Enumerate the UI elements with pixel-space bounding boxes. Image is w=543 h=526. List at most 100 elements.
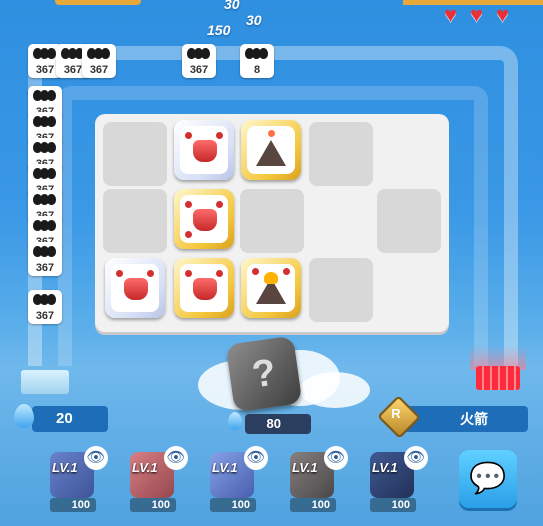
summon-cost: 80 [245, 414, 311, 434]
pip [252, 268, 259, 275]
board-slot[interactable] [377, 189, 441, 253]
heart-icon: ♥ [470, 2, 484, 27]
sp-counter: 20 [32, 406, 108, 432]
pip [216, 201, 223, 208]
enemy-blob [101, 48, 110, 59]
dice-icon: ? [249, 351, 279, 397]
fire-drum-icon [124, 278, 148, 300]
unit-dice-volcano[interactable] [241, 120, 301, 180]
summon-dice-button[interactable]: ? [225, 335, 303, 413]
board-slot[interactable] [309, 258, 373, 322]
deck-slot[interactable]: LV.1 👁 100 [286, 446, 348, 512]
pip [185, 270, 192, 277]
rank-letter: R [391, 406, 401, 421]
deck-slot[interactable]: LV.1 👁 100 [126, 446, 188, 512]
enemy: 8 [240, 44, 274, 78]
damage-number: 30 [224, 0, 240, 12]
pip [116, 270, 123, 277]
pip [216, 270, 223, 277]
deck-level: LV.1 [52, 460, 78, 475]
enemy-blob [47, 294, 56, 305]
board-slot[interactable] [240, 189, 304, 253]
deck-level: LV.1 [132, 460, 158, 475]
pip [185, 231, 192, 238]
deck-upgrade-cost: 100 [370, 498, 416, 512]
dice-face [180, 126, 228, 174]
enemy: 367 [82, 44, 116, 78]
deck-level: LV.1 [372, 460, 398, 475]
game-board [95, 114, 449, 332]
deck-upgrade-cost: 100 [130, 498, 176, 512]
heart-icon: ♥ [496, 2, 510, 27]
deck-slot[interactable]: LV.1 👁 100 [366, 446, 428, 512]
eye-icon[interactable]: 👁 [164, 446, 188, 470]
enemy: 367 [182, 44, 216, 78]
deck-slot[interactable]: LV.1 👁 100 [46, 446, 108, 512]
pip [185, 201, 192, 208]
fire-icon [264, 272, 278, 284]
enemy-blob [201, 48, 210, 59]
fire-drum-icon [193, 278, 217, 300]
top-bar-left [55, 0, 141, 5]
unit-dice-fire-lv-silver[interactable] [105, 258, 165, 318]
enemy-blob [47, 168, 56, 179]
enemy-blob [47, 246, 56, 257]
enemy-blob [47, 48, 56, 59]
enemy: 367 [28, 290, 62, 324]
dice-face [180, 264, 228, 312]
board-slot[interactable] [103, 122, 167, 186]
volcano-icon [256, 140, 286, 166]
unit-dice-fire-lv-gold[interactable] [174, 258, 234, 318]
eye-icon[interactable]: 👁 [404, 446, 428, 470]
pip [268, 130, 275, 137]
enemy-blob [47, 90, 56, 101]
unit-dice-fire-lv-gold[interactable] [174, 189, 234, 249]
dice-face [111, 264, 159, 312]
eye-icon[interactable]: 👁 [84, 446, 108, 470]
water-drop-icon [228, 412, 242, 430]
dice-face [247, 126, 295, 174]
fire-drum-icon [193, 209, 217, 231]
unit-dice-fire-lv-silver[interactable] [174, 120, 234, 180]
chat-icon: 💬 [469, 462, 507, 495]
damage-number: 30 [246, 12, 262, 28]
enemy-blob [47, 116, 56, 127]
fire-drum-icon [193, 140, 217, 162]
dice-face [247, 264, 295, 312]
deck-upgrade-cost: 100 [50, 498, 96, 512]
deck-slot[interactable]: LV.1 👁 100 [206, 446, 268, 512]
eye-icon[interactable]: 👁 [244, 446, 268, 470]
enemy-goal [476, 366, 520, 390]
damage-number: 150 [207, 22, 231, 38]
board-slot[interactable] [309, 122, 373, 186]
dice-face [180, 195, 228, 243]
enemy-spawner [21, 370, 69, 394]
enemy-hp: 8 [253, 64, 261, 76]
deck-upgrade-cost: 100 [210, 498, 256, 512]
cloud [300, 372, 370, 408]
pip [283, 268, 290, 275]
enemy-hp: 367 [89, 64, 109, 76]
deck-level: LV.1 [212, 460, 238, 475]
enemy-hp: 367 [35, 310, 55, 322]
chat-button[interactable]: 💬 [459, 450, 517, 508]
eye-icon[interactable]: 👁 [324, 446, 348, 470]
enemy-blob [47, 194, 56, 205]
pip [216, 132, 223, 139]
pip [185, 132, 192, 139]
deck-upgrade-cost: 100 [290, 498, 336, 512]
board-slot[interactable] [103, 189, 167, 253]
enemy-blob [259, 48, 268, 59]
enemy-blob [47, 142, 56, 153]
enemy-hp: 367 [35, 262, 55, 274]
pip [147, 270, 154, 277]
unit-dice-volcano[interactable] [241, 258, 301, 318]
sp-value: 20 [56, 410, 73, 427]
deck-level: LV.1 [292, 460, 318, 475]
summon-cost-value: 80 [266, 416, 281, 431]
heart-icon: ♥ [444, 2, 458, 27]
water-drop-icon [14, 404, 34, 428]
rank-name: 火箭 [460, 411, 488, 427]
enemy-blob [47, 220, 56, 231]
enemy-hp: 367 [189, 64, 209, 76]
